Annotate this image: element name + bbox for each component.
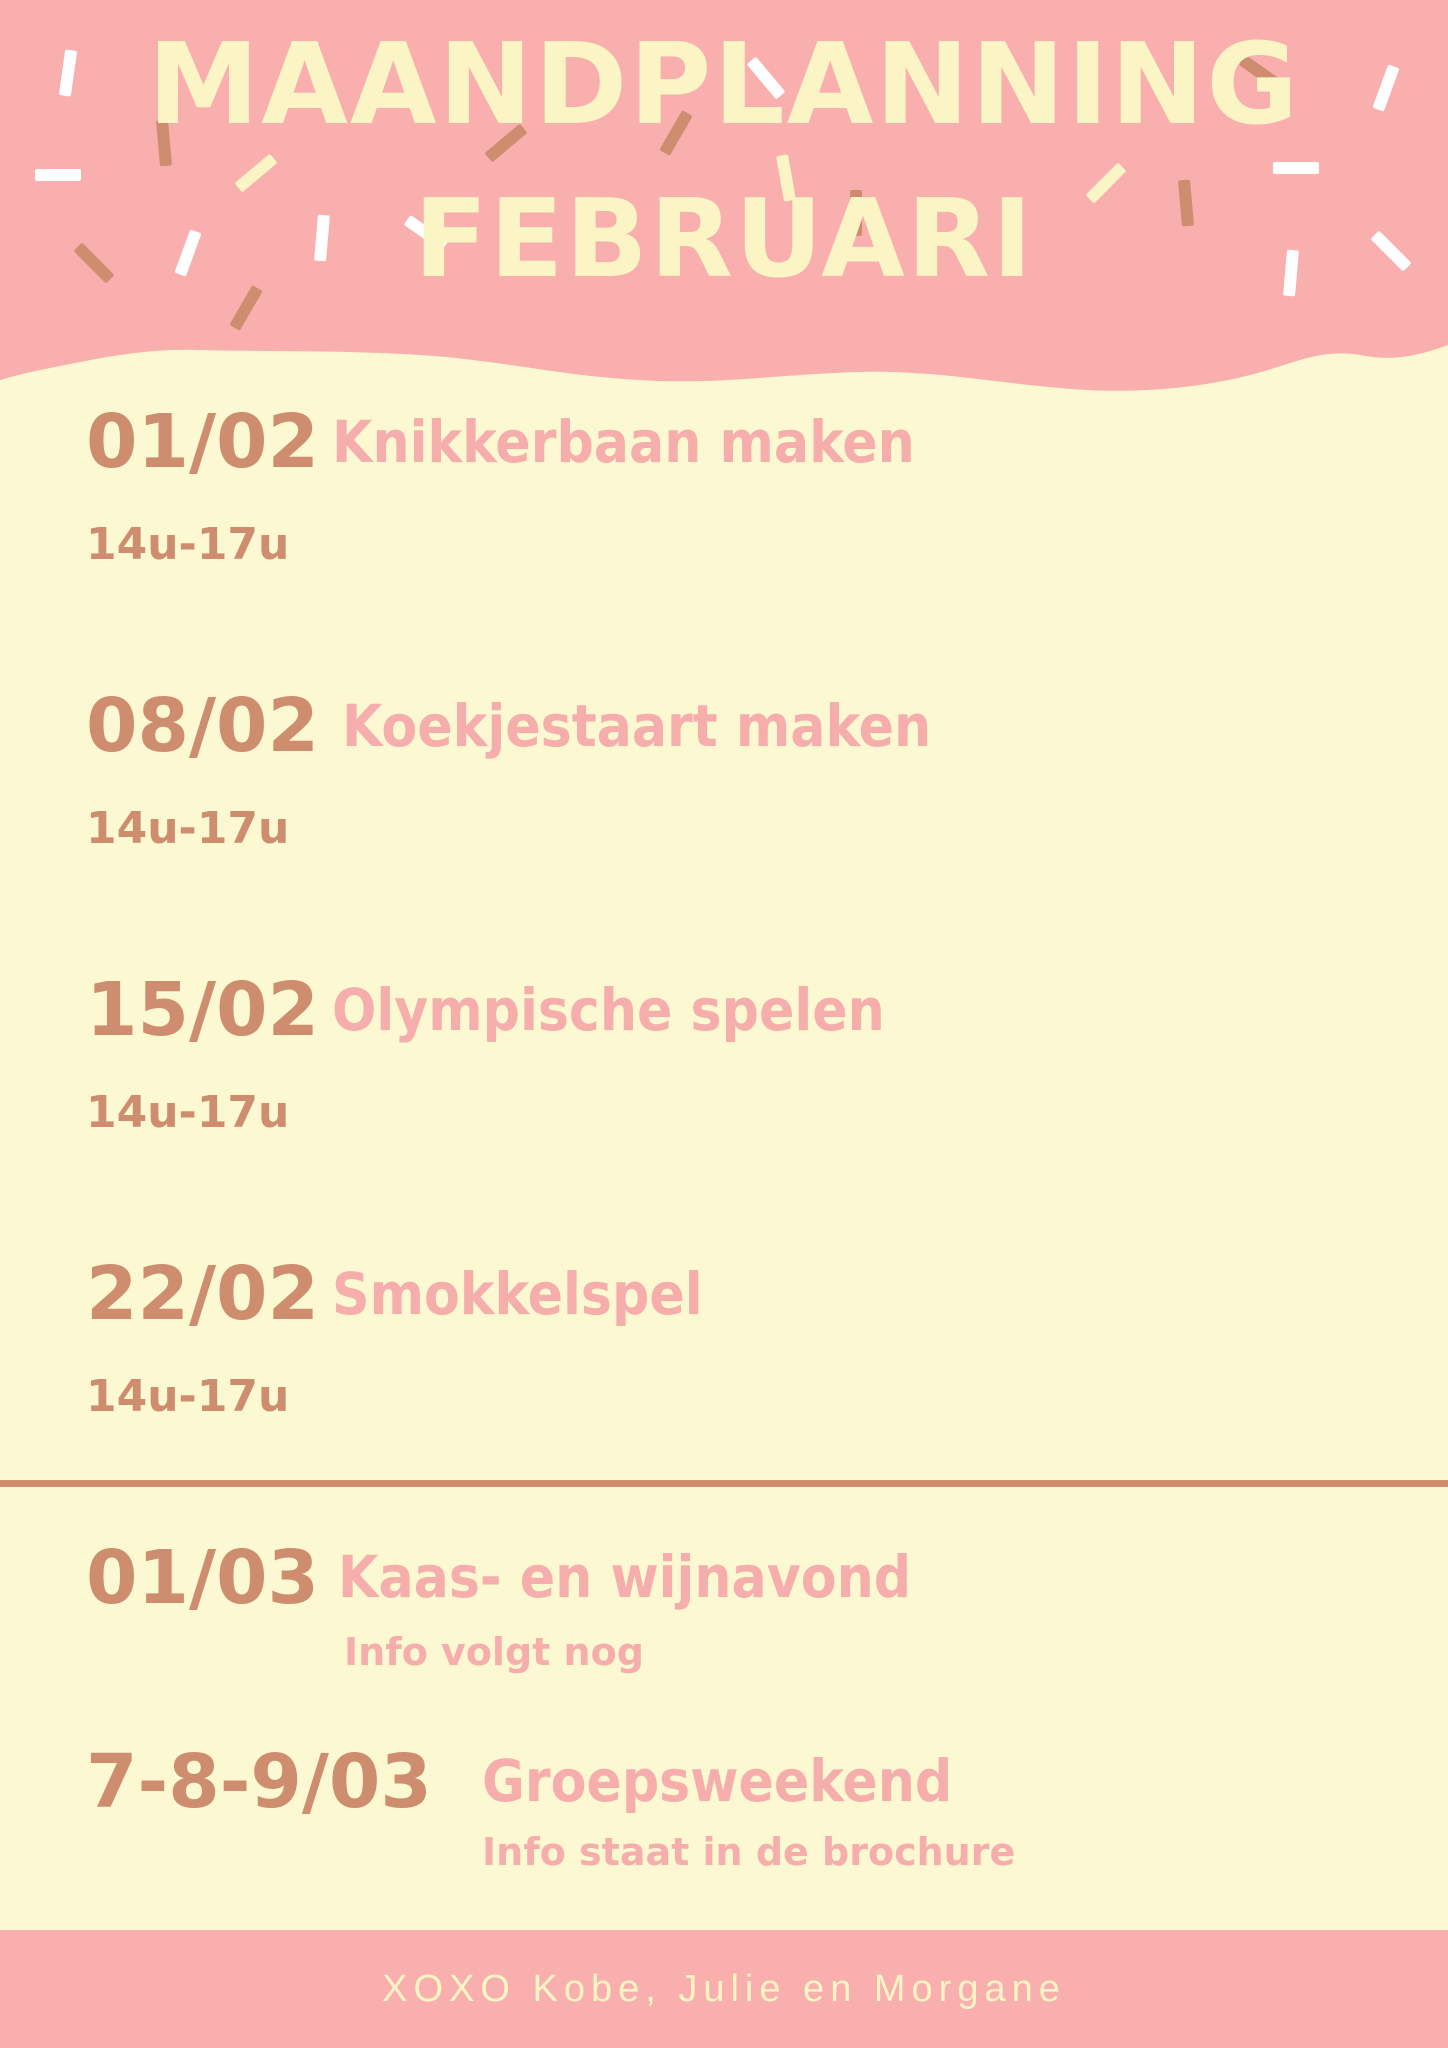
- event-name: Knikkerbaan maken: [332, 408, 915, 476]
- upcoming-info: Info staat in de brochure: [482, 1830, 1016, 1874]
- upcoming-date: 01/03: [86, 1535, 319, 1621]
- event-name: Smokkelspel: [332, 1260, 703, 1328]
- page-subtitle-month: FEBRUARI: [413, 177, 1035, 302]
- page-title: MAANDPLANNING: [147, 20, 1301, 150]
- event-time: 14u-17u: [86, 519, 290, 570]
- section-divider: [0, 1480, 1448, 1487]
- upcoming-info: Info volgt nog: [344, 1630, 644, 1674]
- event-time: 14u-17u: [86, 1371, 290, 1422]
- event-time: 14u-17u: [86, 803, 290, 854]
- upcoming-name: Kaas- en wijnavond: [338, 1543, 912, 1611]
- event-name: Koekjestaart maken: [342, 692, 932, 760]
- upcoming-name: Groepsweekend: [482, 1747, 953, 1815]
- event-date: 08/02: [86, 683, 319, 769]
- event-name: Olympische spelen: [332, 976, 885, 1044]
- header-banner: MAANDPLANNING FEBRUARI: [0, 0, 1448, 400]
- event-date: 15/02: [86, 967, 319, 1053]
- event-time: 14u-17u: [86, 1087, 290, 1138]
- upcoming-date: 7-8-9/03: [86, 1739, 432, 1825]
- event-date: 01/02: [86, 399, 319, 485]
- footer-signature: XOXO Kobe, Julie en Morgane: [382, 1968, 1066, 2010]
- footer-banner: XOXO Kobe, Julie en Morgane: [0, 1930, 1448, 2048]
- event-date: 22/02: [86, 1251, 319, 1337]
